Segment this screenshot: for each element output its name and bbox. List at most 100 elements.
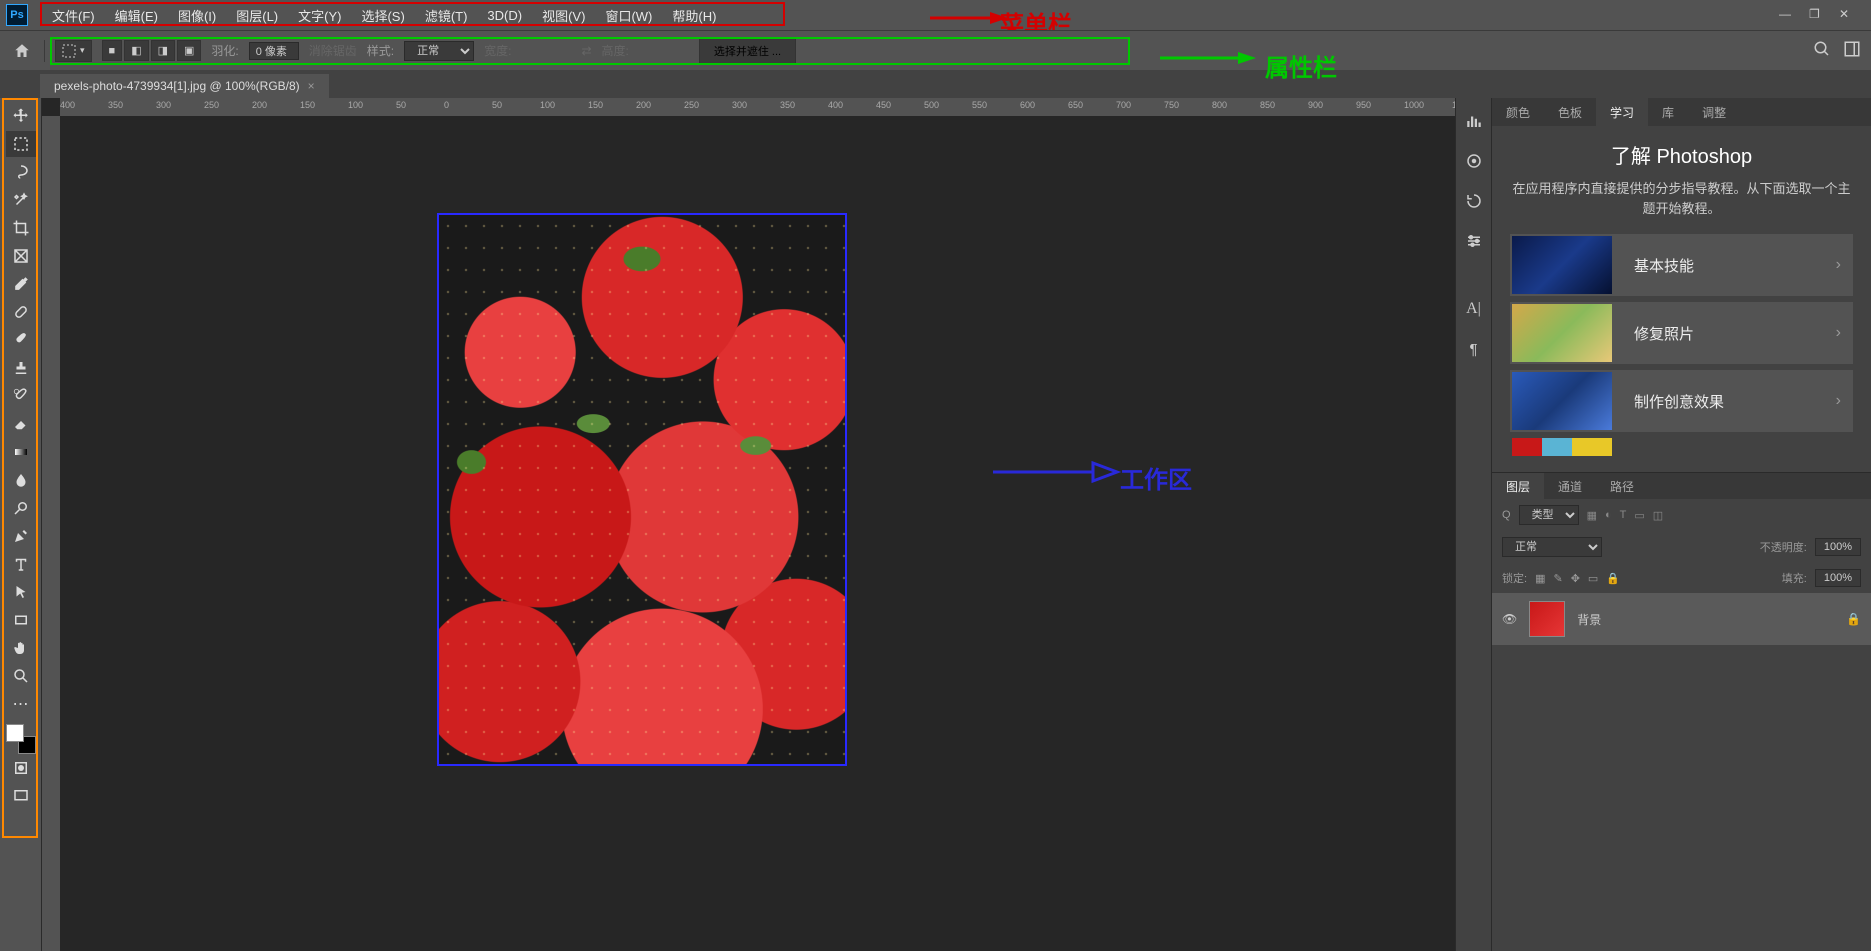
swap-icon[interactable]: ⇄ bbox=[581, 44, 591, 58]
menu-type[interactable]: 文字(Y) bbox=[288, 2, 351, 29]
lasso-tool[interactable] bbox=[6, 159, 36, 185]
workspace-switch-icon[interactable] bbox=[1843, 40, 1861, 61]
tab-layers[interactable]: 图层 bbox=[1492, 473, 1544, 499]
menu-file[interactable]: 文件(F) bbox=[42, 2, 105, 29]
brush-tool[interactable] bbox=[6, 327, 36, 353]
feather-input[interactable] bbox=[249, 42, 299, 60]
bool-add[interactable]: ◧ bbox=[124, 40, 148, 61]
learn-label: 制作创意效果 bbox=[1614, 391, 1836, 412]
menu-help[interactable]: 帮助(H) bbox=[662, 2, 726, 29]
antialias-checkbox[interactable]: 消除锯齿 bbox=[309, 42, 357, 59]
learn-item-partial[interactable] bbox=[1512, 438, 1612, 456]
filter-shape-icon[interactable]: ▭ bbox=[1634, 509, 1644, 522]
stamp-tool[interactable] bbox=[6, 355, 36, 381]
menu-window[interactable]: 窗口(W) bbox=[595, 2, 662, 29]
character-panel-icon[interactable]: A| bbox=[1463, 298, 1485, 320]
search-icon[interactable]: Q bbox=[1502, 509, 1511, 521]
menu-select[interactable]: 选择(S) bbox=[351, 2, 414, 29]
menu-3d[interactable]: 3D(D) bbox=[477, 4, 532, 27]
lock-all-icon[interactable]: 🔒 bbox=[1606, 572, 1620, 585]
eraser-tool[interactable] bbox=[6, 411, 36, 437]
menu-image[interactable]: 图像(I) bbox=[168, 2, 226, 29]
learn-item-basics[interactable]: 基本技能 › bbox=[1510, 234, 1853, 296]
learn-item-retouch[interactable]: 修复照片 › bbox=[1510, 302, 1853, 364]
tab-learn[interactable]: 学习 bbox=[1596, 98, 1648, 126]
quickmask-tool[interactable] bbox=[6, 755, 36, 781]
menu-view[interactable]: 视图(V) bbox=[532, 2, 595, 29]
opacity-value[interactable]: 100% bbox=[1815, 538, 1861, 556]
histogram-panel-icon[interactable] bbox=[1463, 110, 1485, 132]
layer-row-background[interactable]: 👁 背景 🔒 bbox=[1492, 593, 1871, 645]
tab-channels[interactable]: 通道 bbox=[1544, 473, 1596, 499]
maximize-button[interactable]: ❐ bbox=[1809, 7, 1825, 23]
tab-color[interactable]: 颜色 bbox=[1492, 98, 1544, 126]
learn-subtitle: 在应用程序内直接提供的分步指导教程。从下面选取一个主题开始教程。 bbox=[1510, 179, 1853, 218]
tab-paths[interactable]: 路径 bbox=[1596, 473, 1648, 499]
search-icon[interactable] bbox=[1813, 40, 1831, 61]
tab-swatches[interactable]: 色板 bbox=[1544, 98, 1596, 126]
eyedropper-tool[interactable] bbox=[6, 271, 36, 297]
screenmode-tool[interactable] bbox=[6, 783, 36, 809]
more-tools[interactable]: ⋯ bbox=[6, 691, 36, 717]
frame-tool[interactable] bbox=[6, 243, 36, 269]
blend-mode-select[interactable]: 正常 bbox=[1502, 537, 1602, 557]
history-brush-tool[interactable] bbox=[6, 383, 36, 409]
tab-adjustments[interactable]: 调整 bbox=[1688, 98, 1740, 126]
bool-new[interactable]: ■ bbox=[102, 40, 123, 61]
lock-position-icon[interactable]: ✥ bbox=[1571, 572, 1580, 585]
pen-tool[interactable] bbox=[6, 523, 36, 549]
select-and-mask-button[interactable]: 选择并遮住 ... bbox=[699, 38, 796, 64]
minimize-button[interactable]: — bbox=[1779, 7, 1795, 23]
filter-pixel-icon[interactable]: ▦ bbox=[1587, 509, 1597, 522]
document-tab-close[interactable]: × bbox=[308, 79, 315, 93]
document-tab[interactable]: pexels-photo-4739934[1].jpg @ 100%(RGB/8… bbox=[40, 74, 329, 98]
filter-type-icon[interactable]: T bbox=[1620, 509, 1627, 522]
filter-adjust-icon[interactable]: ◐ bbox=[1605, 509, 1612, 522]
hand-tool[interactable] bbox=[6, 635, 36, 661]
magic-wand-tool[interactable] bbox=[6, 187, 36, 213]
learn-panel: 了解 Photoshop 在应用程序内直接提供的分步指导教程。从下面选取一个主题… bbox=[1492, 126, 1871, 472]
menu-layer[interactable]: 图层(L) bbox=[226, 2, 288, 29]
zoom-tool[interactable] bbox=[6, 663, 36, 689]
crop-tool[interactable] bbox=[6, 215, 36, 241]
type-tool[interactable] bbox=[6, 551, 36, 577]
gradient-tool[interactable] bbox=[6, 439, 36, 465]
move-tool[interactable] bbox=[6, 103, 36, 129]
history-panel-icon[interactable] bbox=[1463, 190, 1485, 212]
style-select[interactable]: 正常 bbox=[404, 41, 474, 61]
path-select-tool[interactable] bbox=[6, 579, 36, 605]
bool-subtract[interactable]: ◨ bbox=[151, 40, 175, 61]
layer-name[interactable]: 背景 bbox=[1577, 611, 1601, 628]
layer-kind-select[interactable]: 类型 bbox=[1519, 505, 1579, 525]
healing-tool[interactable] bbox=[6, 299, 36, 325]
close-button[interactable]: ✕ bbox=[1839, 7, 1855, 23]
paragraph-panel-icon[interactable]: ¶ bbox=[1463, 338, 1485, 360]
tab-libraries[interactable]: 库 bbox=[1648, 98, 1688, 126]
marquee-preset[interactable]: ▾ bbox=[55, 40, 92, 62]
color-swatches[interactable] bbox=[6, 724, 36, 754]
menu-filter[interactable]: 滤镜(T) bbox=[415, 2, 478, 29]
layer-thumbnail[interactable] bbox=[1529, 601, 1565, 637]
document-canvas[interactable] bbox=[437, 213, 847, 766]
lock-pixels-icon[interactable]: ▦ bbox=[1535, 572, 1545, 585]
properties-panel-icon[interactable] bbox=[1463, 230, 1485, 252]
dodge-tool[interactable] bbox=[6, 495, 36, 521]
navigator-panel-icon[interactable] bbox=[1463, 150, 1485, 172]
menu-edit[interactable]: 编辑(E) bbox=[105, 2, 168, 29]
feather-label: 羽化: bbox=[211, 42, 238, 59]
blur-tool[interactable] bbox=[6, 467, 36, 493]
fill-value[interactable]: 100% bbox=[1815, 569, 1861, 587]
visibility-icon[interactable]: 👁 bbox=[1502, 612, 1517, 626]
learn-item-creative[interactable]: 制作创意效果 › bbox=[1510, 370, 1853, 432]
home-button[interactable] bbox=[10, 39, 34, 63]
bool-intersect[interactable]: ▣ bbox=[177, 40, 201, 61]
toolbox: ⋯ bbox=[0, 98, 42, 951]
learn-thumb bbox=[1512, 236, 1612, 294]
foreground-color[interactable] bbox=[6, 724, 24, 742]
marquee-tool[interactable] bbox=[6, 131, 36, 157]
layers-lock-row: 锁定: ▦ ✎ ✥ ▭ 🔒 填充: 100% bbox=[1492, 563, 1871, 593]
lock-artboard-icon[interactable]: ▭ bbox=[1588, 572, 1598, 585]
rectangle-tool[interactable] bbox=[6, 607, 36, 633]
filter-smart-icon[interactable]: ◫ bbox=[1653, 509, 1663, 522]
lock-brush-icon[interactable]: ✎ bbox=[1553, 572, 1562, 585]
